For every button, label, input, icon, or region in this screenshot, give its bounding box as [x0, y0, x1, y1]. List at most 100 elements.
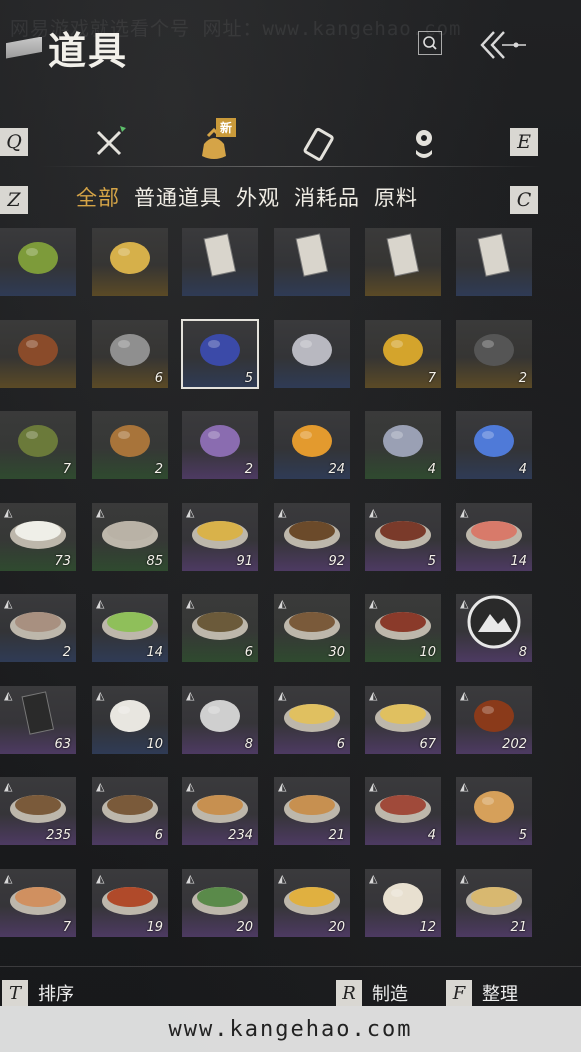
item-slot-dumpling-soup[interactable]: ◭ 20 [274, 869, 350, 937]
item-slot-gold-talisman[interactable]: ◭ 63 [0, 686, 76, 754]
quality-tag-icon: ◭ [4, 597, 13, 610]
fish-plate-icon [7, 600, 69, 648]
arrange-label: 整理 [482, 984, 518, 1005]
white-vase-graphic [110, 699, 150, 732]
item-slot-greens-bowl[interactable]: ◭ 20 [182, 869, 258, 937]
item-slot-buns[interactable]: ◭ 73 [0, 503, 76, 571]
cricket-icon [12, 415, 64, 467]
craft-button[interactable]: R 制造 [336, 980, 408, 1006]
quality-tag-icon: ◭ [96, 872, 105, 885]
item-count: 92 [328, 554, 345, 569]
item-count: 19 [146, 920, 163, 935]
egg-custard-icon [189, 509, 251, 557]
item-count: 2 [154, 462, 163, 477]
item-slot-beef-bowl[interactable]: ◭ 5 [365, 503, 441, 571]
clay-pot-icon [99, 783, 161, 831]
item-slot-dark-stone[interactable]: 2 [456, 320, 532, 388]
item-slot-braised-meat[interactable]: ◭ 92 [274, 503, 350, 571]
item-slot-blue-charm[interactable]: 4 [456, 411, 532, 479]
item-count: 21 [328, 828, 345, 843]
noodle-bowl-icon [463, 875, 525, 923]
item-slot-orb-stand[interactable]: 24 [274, 411, 350, 479]
item-slot-clay-pot[interactable]: ◭ 6 [92, 777, 168, 845]
item-slot-pastry-plate[interactable]: ◭ 21 [274, 777, 350, 845]
wine-gourd-icon [468, 690, 520, 742]
item-slot-toast-plate[interactable]: ◭ 7 [0, 869, 76, 937]
search-button[interactable] [418, 31, 442, 55]
rock-graphic [110, 333, 150, 366]
item-slot-steamed-bun[interactable]: ◭ 12 [365, 869, 441, 937]
category-normal[interactable]: 普通道具 [134, 182, 222, 212]
quality-tag-icon: ◭ [96, 506, 105, 519]
item-slot-noodle-plate[interactable]: ◭ 67 [365, 686, 441, 754]
item-slot-fish-soup[interactable]: ◭ 85 [92, 503, 168, 571]
stew-pot-graphic [284, 611, 340, 640]
arrange-button[interactable]: F 整理 [446, 980, 518, 1006]
category-all[interactable]: 全部 [76, 182, 120, 212]
item-slot-silver-twig[interactable] [274, 320, 350, 388]
item-slot-golden-toad[interactable]: 7 [365, 320, 441, 388]
item-count: 4 [518, 462, 527, 477]
jade-pendant-icon [416, 130, 432, 158]
item-slot-okra-plate[interactable]: ◭ 14 [92, 594, 168, 662]
tab-prev-key[interactable]: Q [0, 128, 28, 156]
item-slot-red-soup[interactable]: ◭ 19 [92, 869, 168, 937]
rock-icon [104, 324, 156, 376]
item-slot-clay-pot[interactable]: ◭ 235 [0, 777, 76, 845]
item-slot-green-fruit[interactable] [0, 228, 76, 296]
arrange-key: F [446, 980, 472, 1006]
category-appearance[interactable]: 外观 [236, 182, 280, 212]
item-slot-fish-plate[interactable]: ◭ 2 [0, 594, 76, 662]
item-count: 20 [236, 920, 253, 935]
footer: T 排序 R 制造 F 整理 [0, 980, 581, 1008]
tab-accessories[interactable] [404, 124, 444, 164]
item-slot-noodle-plate[interactable]: ◭ 6 [274, 686, 350, 754]
item-slot-moth[interactable]: 2 [182, 411, 258, 479]
item-slot-paper-note[interactable] [182, 228, 258, 296]
item-count: 2 [62, 645, 71, 660]
item-slot-stir-fry[interactable]: ◭ 6 [182, 594, 258, 662]
item-slot-dragonfly[interactable]: 2 [92, 411, 168, 479]
item-slot-egg-custard[interactable]: ◭ 91 [182, 503, 258, 571]
item-slot-steak-plate[interactable]: ◭ 4 [365, 777, 441, 845]
item-slot-cricket[interactable]: 7 [0, 411, 76, 479]
item-slot-mountain-emblem[interactable]: ◭ 8 [456, 594, 532, 662]
quality-tag-icon: ◭ [369, 780, 378, 793]
item-slot-stone-mountain[interactable]: ◭ 8 [182, 686, 258, 754]
item-slot-wine-gourd[interactable]: ◭ 202 [456, 686, 532, 754]
category-consumables[interactable]: 消耗品 [294, 182, 360, 212]
item-slot-cake-slice[interactable]: ◭ 5 [456, 777, 532, 845]
item-slot-rock[interactable]: 6 [92, 320, 168, 388]
item-slot-stew-pot[interactable]: ◭ 30 [274, 594, 350, 662]
item-slot-white-vase[interactable]: ◭ 10 [92, 686, 168, 754]
category-prev-key[interactable]: Z [0, 186, 28, 214]
item-slot-paper-note[interactable] [365, 228, 441, 296]
moth-graphic [200, 424, 240, 457]
watermark-bottom: www.kangehao.com [0, 1006, 581, 1052]
item-slot-pastry-plate[interactable]: ◭ 234 [182, 777, 258, 845]
title-accent [6, 36, 42, 59]
item-slot-paper-note[interactable] [274, 228, 350, 296]
item-slot-spicy-bowl[interactable]: ◭ 10 [365, 594, 441, 662]
dark-stone-icon [468, 324, 520, 376]
tab-equipment[interactable] [90, 124, 130, 164]
item-slot-gold-bars[interactable] [92, 228, 168, 296]
item-slot-blue-flower[interactable]: 5 [181, 319, 259, 389]
category-next-key[interactable]: C [510, 186, 538, 214]
item-slot-noodle-bowl[interactable]: ◭ 21 [456, 869, 532, 937]
item-count: 202 [502, 737, 527, 752]
item-count: 234 [228, 828, 253, 843]
quality-tag-icon: ◭ [460, 780, 469, 793]
sort-button[interactable]: T 排序 [2, 980, 74, 1006]
noodle-plate-graphic [284, 703, 340, 732]
tab-next-key[interactable]: E [510, 128, 538, 156]
stone-mountain-icon [194, 690, 246, 742]
tab-documents[interactable] [300, 124, 340, 164]
item-slot-fried-egg-dish[interactable]: ◭ 14 [456, 503, 532, 571]
item-count: 2 [518, 371, 527, 386]
back-button[interactable] [476, 28, 532, 62]
category-materials[interactable]: 原料 [374, 182, 418, 212]
item-slot-paper-note[interactable] [456, 228, 532, 296]
item-slot-lacquer-box[interactable] [0, 320, 76, 388]
item-slot-staff[interactable]: 4 [365, 411, 441, 479]
